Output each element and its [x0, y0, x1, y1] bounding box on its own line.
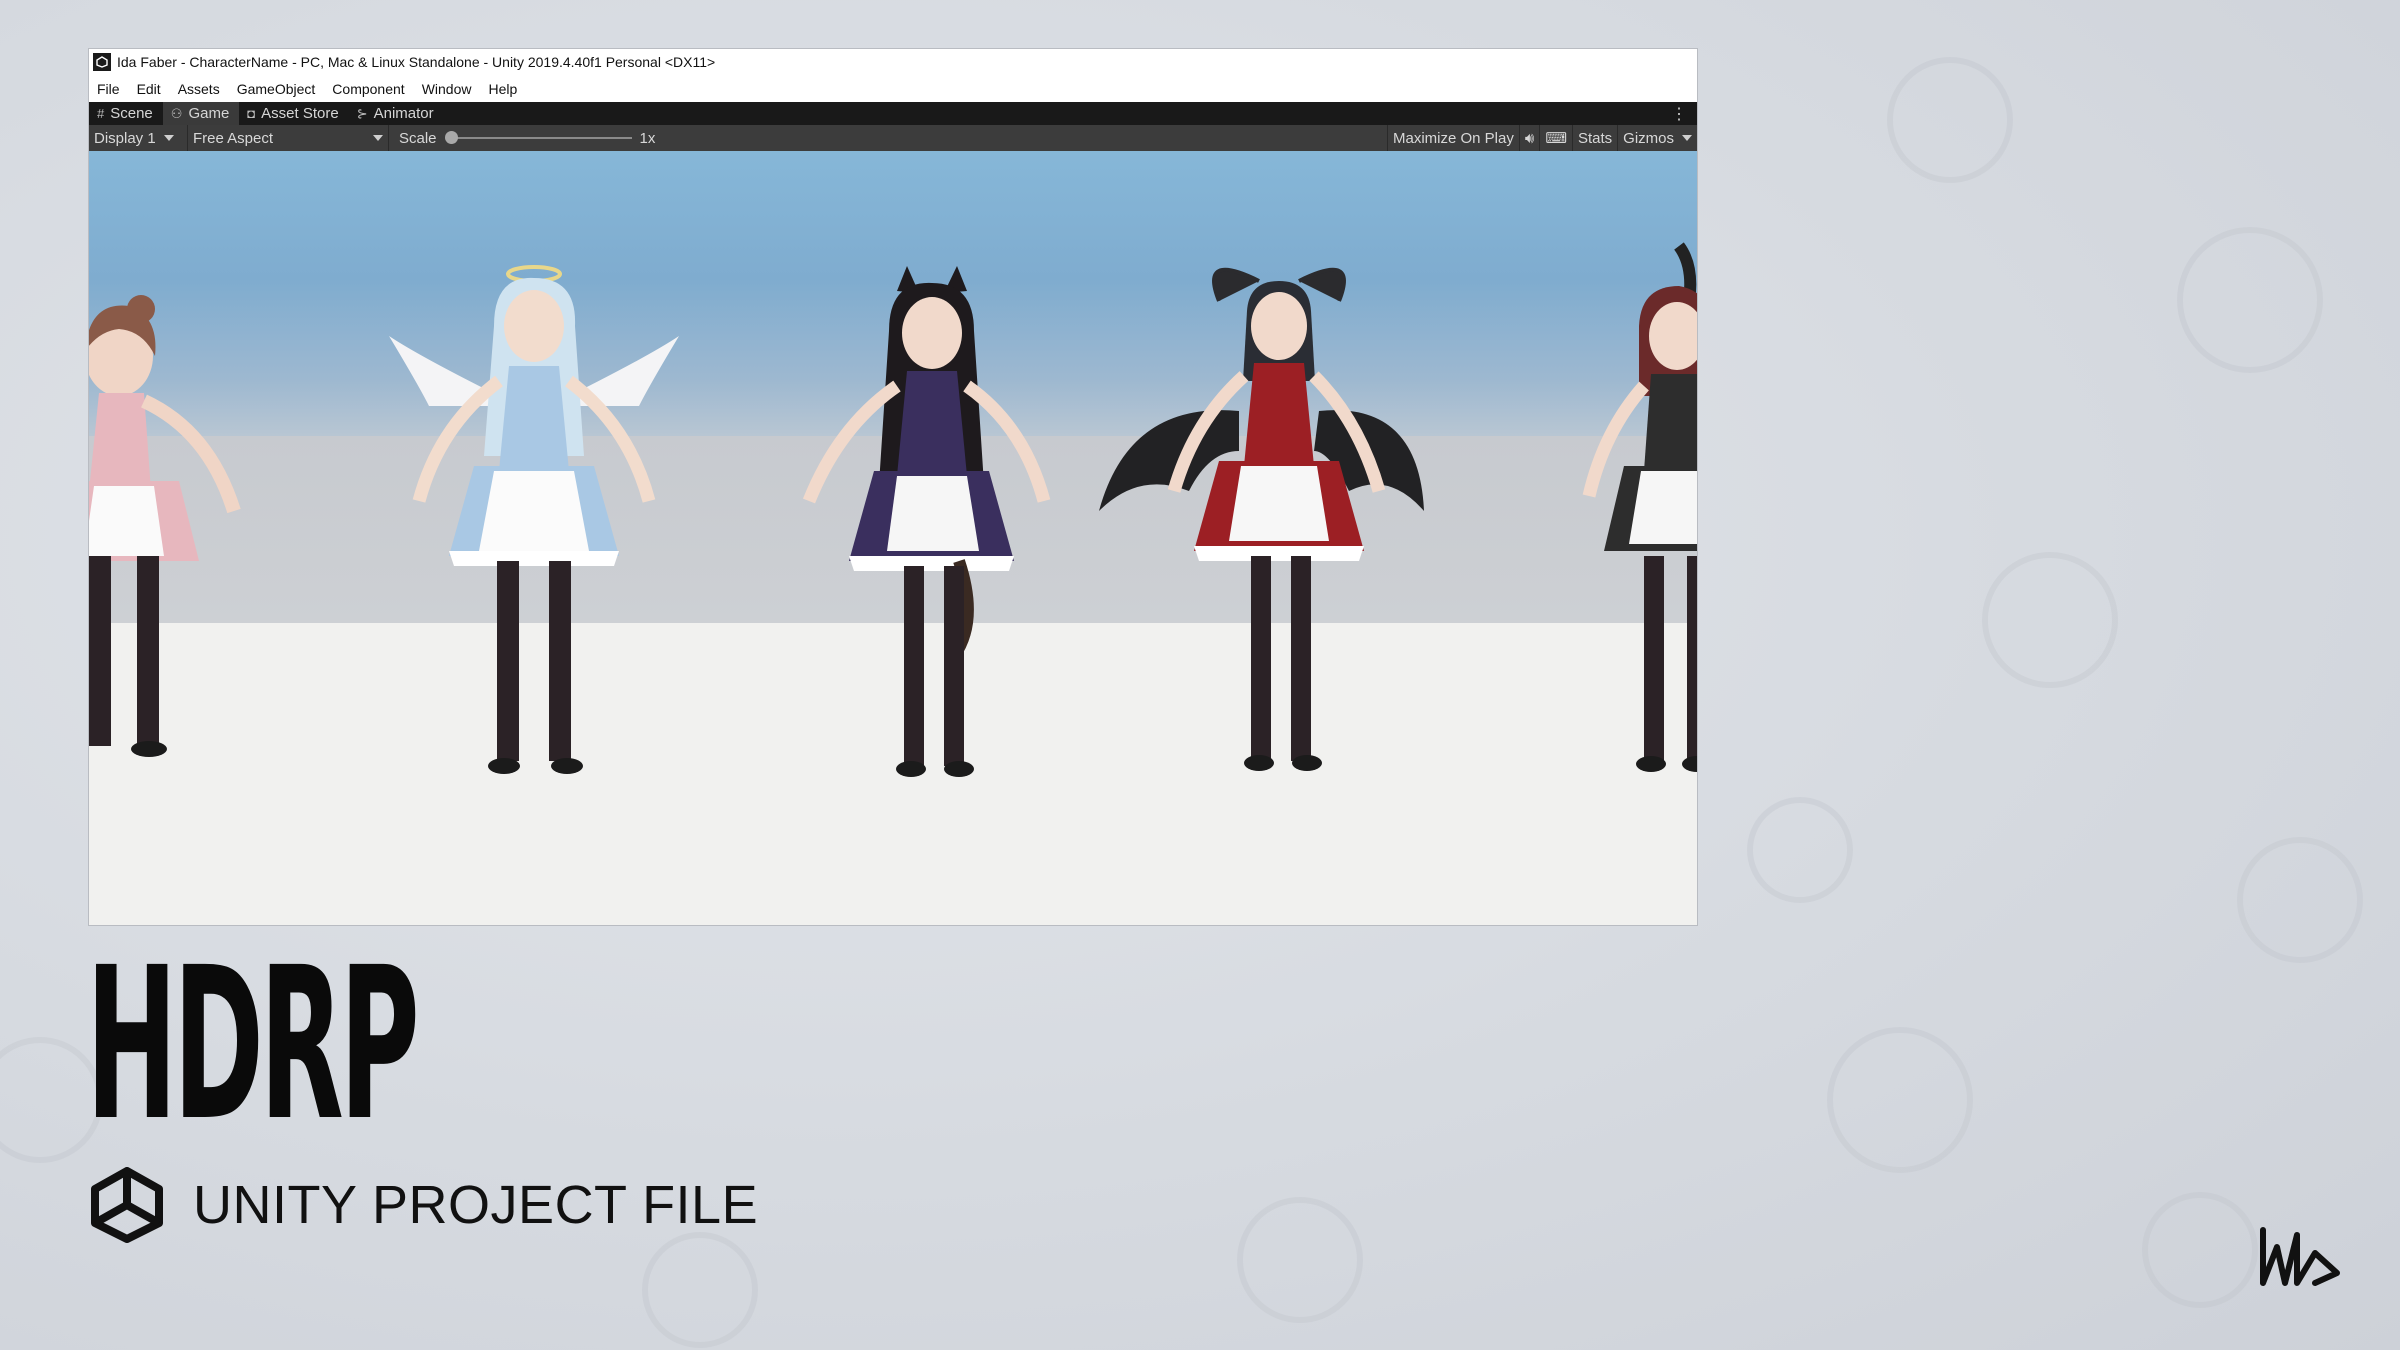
aspect-dropdown[interactable]: Free Aspect — [188, 125, 389, 151]
tab-scene[interactable]: # Scene — [89, 102, 163, 125]
headline: HDRP — [86, 922, 420, 1167]
menu-help[interactable]: Help — [488, 81, 517, 97]
scale-label: Scale — [399, 129, 437, 147]
tab-game-label: Game — [188, 105, 230, 122]
menu-file[interactable]: File — [97, 81, 120, 97]
stats-toggle[interactable]: Stats — [1573, 125, 1619, 151]
menu-bar: File Edit Assets GameObject Component Wi… — [89, 75, 1697, 102]
unity-editor-window: Ida Faber - CharacterName - PC, Mac & Li… — [89, 49, 1697, 925]
chevron-down-icon — [373, 135, 383, 141]
menu-edit[interactable]: Edit — [137, 81, 161, 97]
menu-assets[interactable]: Assets — [178, 81, 220, 97]
character-pink-maid — [89, 271, 259, 796]
tab-bar: # Scene ⚇ Game ◘ Asset Store ⊱ Animator … — [89, 102, 1697, 125]
tab-animator-label: Animator — [373, 105, 434, 122]
grid-icon: # — [97, 106, 105, 121]
character-bunny-maid — [1529, 242, 1697, 791]
display-label: Display 1 — [94, 129, 156, 147]
scale-slider-knob[interactable] — [444, 131, 458, 144]
tab-asset-store-label: Asset Store — [261, 105, 339, 122]
game-toolbar: Display 1 Free Aspect Scale 1x Maximize … — [89, 125, 1697, 151]
unity-logo-icon — [91, 1167, 163, 1243]
character-cat-maid — [779, 261, 1051, 796]
scale-slider[interactable] — [444, 131, 632, 144]
title-bar: Ida Faber - CharacterName - PC, Mac & Li… — [89, 49, 1697, 75]
menu-component[interactable]: Component — [332, 81, 404, 97]
display-dropdown[interactable]: Display 1 — [89, 125, 188, 151]
gizmos-label: Gizmos — [1623, 129, 1674, 147]
game-viewport[interactable] — [89, 151, 1697, 925]
tab-animator[interactable]: ⊱ Animator — [349, 102, 444, 125]
more-options-icon[interactable]: ⋮ — [1671, 104, 1687, 124]
keyboard-icon: ⌨︎ — [1545, 130, 1567, 147]
vsync-toggle[interactable]: ⌨︎ — [1540, 125, 1573, 151]
character-angel-maid — [379, 256, 689, 796]
chevron-down-icon — [163, 135, 174, 141]
animator-icon: ⊱ — [356, 105, 368, 121]
maximize-on-play-toggle[interactable]: Maximize On Play — [1386, 125, 1520, 151]
subtitle: UNITY PROJECT FILE — [193, 1175, 759, 1235]
gamepad-icon: ⚇ — [170, 105, 183, 121]
scale-value: 1x — [639, 129, 656, 147]
character-demon-maid — [1099, 251, 1429, 796]
chevron-down-icon — [1682, 135, 1692, 141]
window-title: Ida Faber - CharacterName - PC, Mac & Li… — [117, 54, 716, 70]
speaker-icon: 🔊︎ — [1524, 129, 1535, 147]
tab-game[interactable]: ⚇ Game — [162, 102, 240, 125]
gizmos-dropdown[interactable]: Gizmos — [1618, 125, 1697, 151]
subtitle-row: UNITY PROJECT FILE — [89, 1165, 758, 1245]
unity-app-icon — [93, 53, 111, 71]
aspect-label: Free Aspect — [193, 129, 274, 147]
mute-audio-toggle[interactable]: 🔊︎ — [1520, 125, 1541, 151]
menu-gameobject[interactable]: GameObject — [237, 81, 316, 97]
ida-logo-icon — [2260, 1227, 2340, 1286]
tab-asset-store[interactable]: ◘ Asset Store — [239, 102, 348, 125]
tab-scene-label: Scene — [110, 105, 153, 122]
menu-window[interactable]: Window — [422, 81, 472, 97]
maximize-label: Maximize On Play — [1392, 129, 1514, 147]
stats-label: Stats — [1577, 129, 1613, 147]
scale-control: Scale 1x — [389, 125, 660, 151]
bag-icon: ◘ — [247, 106, 256, 121]
